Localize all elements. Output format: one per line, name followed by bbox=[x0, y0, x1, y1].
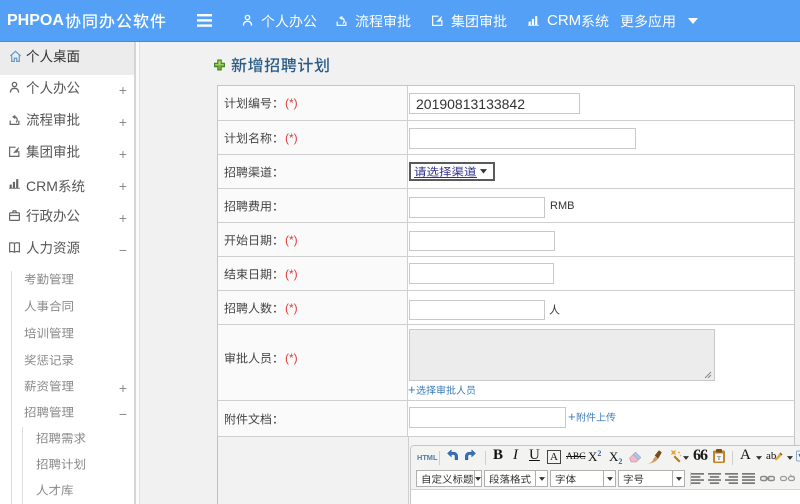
svg-text:T: T bbox=[717, 455, 721, 462]
